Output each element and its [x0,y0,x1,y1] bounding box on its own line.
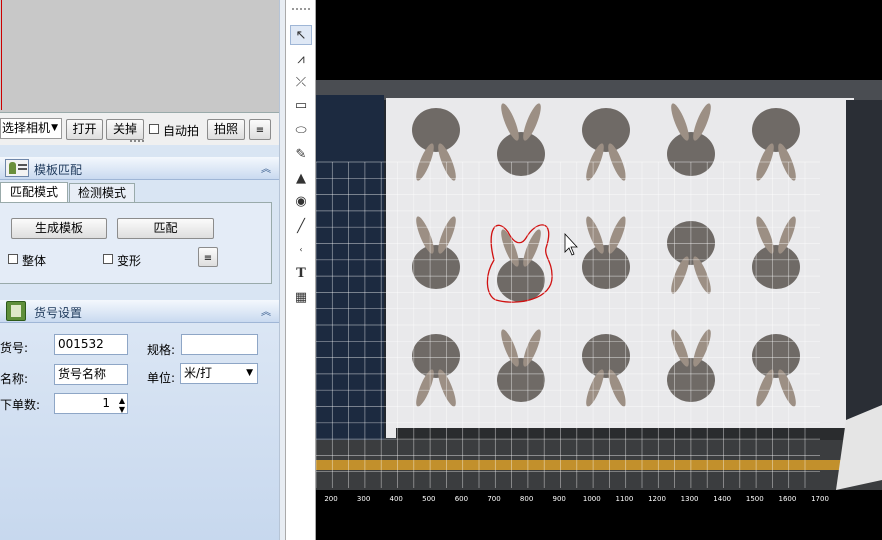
chevron-down-icon: ▼ [51,123,58,133]
ellipse-icon[interactable]: ⬭ [290,121,312,141]
image-canvas[interactable]: 200 300 400 500 600 700 800 900 1000 1100 1200 1300… [316,0,882,540]
ruler-tick-label: 900 [553,495,566,503]
ruler-tick-label: 1200 [648,495,666,503]
item-panel-title: 货号设置 [34,306,83,320]
collapse-icon[interactable]: ︽ [261,303,271,318]
triangle-icon[interactable]: ▲ [290,169,312,189]
ruler-tick-label: 500 [422,495,435,503]
preview-marker [1,0,2,110]
ruler-tick-label: 700 [487,495,500,503]
order-qty-label: 下单数: [0,398,41,412]
measurement-grid [316,161,820,488]
template-panel-body: 匹配模式 检测模式 生成模板 匹配 整体 变形 ≡ [0,180,279,290]
toolbar-grip[interactable] [292,8,310,12]
tab-match-mode[interactable]: 匹配模式 [0,182,68,202]
connect-icon[interactable]: ⤫ [290,73,312,93]
ruler-tick-label: 600 [455,495,468,503]
ruler-tick-label: 1500 [746,495,764,503]
ruler-tick-label: 1600 [778,495,796,503]
pen-icon[interactable]: ✎ [290,145,312,165]
camera-bar: 选择相机 ▼ 打开 关掉 自动拍 拍照 ≡ [0,113,279,145]
left-panel: 选择相机 ▼ 打开 关掉 自动拍 拍照 ≡ 模板匹配 ︽ 匹配模式 检测模式 生… [0,0,279,540]
camera-preview [0,0,279,113]
collapse-icon[interactable]: ︽ [261,160,271,175]
ruler-tick-label: 1300 [681,495,699,503]
grid-icon[interactable]: ▦ [290,288,312,308]
order-qty-value: 1 [102,396,110,410]
menu-icon: ≡ [203,253,213,264]
spec-field[interactable] [181,334,258,355]
item-no-label: 货号: [0,341,29,355]
item-panel-header[interactable]: 货号设置 ︽ [0,300,279,323]
camera-select[interactable]: 选择相机 ▼ [0,118,62,139]
ruler-tick-label: 1700 [811,495,829,503]
auto-capture-label: 自动拍 [163,124,200,138]
camera-menu-button[interactable]: ≡ [249,119,271,140]
options-button[interactable]: ≡ [198,247,218,267]
unit-select[interactable]: 米/打 ▼ [180,363,258,384]
rectangle-icon[interactable]: ▭ [290,96,312,116]
auto-capture-checkbox[interactable] [149,124,159,134]
template-panel-title: 模板匹配 [34,163,83,177]
template-panel-icon [5,159,29,177]
text-icon[interactable]: T [290,264,312,284]
x-ruler: 200 300 400 500 600 700 800 900 1000 1100 1200 1300… [324,495,829,503]
ruler-tick-label: 200 [324,495,337,503]
line-icon[interactable]: ╱ [290,217,312,237]
canvas-svg: 200 300 400 500 600 700 800 900 1000 1100 1200 1300… [316,80,882,503]
generate-template-button[interactable]: 生成模板 [11,218,107,239]
ruler-tick-label: 300 [357,495,370,503]
ruler-tick-label: 1400 [713,495,731,503]
open-camera-button[interactable]: 打开 [66,119,103,140]
ruler-tick-label: 400 [390,495,403,503]
select-arrow-icon[interactable]: ↖ [290,25,312,45]
ruler-tick-label: 1000 [583,495,601,503]
template-panel-header[interactable]: 模板匹配 ︽ [0,157,279,180]
menu-icon: ≡ [255,125,265,136]
name-field[interactable]: 货号名称 [54,364,128,385]
ruler-tick-label: 1100 [615,495,633,503]
grip-dots[interactable] [130,140,144,145]
book-icon [6,301,26,321]
match-button[interactable]: 匹配 [117,218,214,239]
node-edit-icon[interactable]: ⩘ [290,50,312,70]
item-panel-body: 货号: 001532 规格: 名称: 货号名称 单位: 米/打 ▼ 下单数: 1… [0,323,279,540]
point-icon[interactable]: ‹ [290,240,312,260]
stepper-down-icon[interactable]: ▼ [119,400,125,419]
spec-label: 规格: [147,343,176,357]
deform-label: 变形 [117,254,142,268]
chevron-down-icon: ▼ [246,368,253,378]
deform-checkbox[interactable] [103,254,113,264]
unit-value: 米/打 [184,366,213,380]
tab-content: 生成模板 匹配 整体 变形 ≡ [0,202,272,284]
item-no-field[interactable]: 001532 [54,334,128,355]
tab-detect-mode[interactable]: 检测模式 [69,183,135,203]
whole-checkbox[interactable] [8,254,18,264]
ruler-tick-label: 800 [520,495,533,503]
name-label: 名称: [0,372,29,386]
order-qty-stepper[interactable]: 1 ▲ ▼ [54,393,128,414]
capture-button[interactable]: 拍照 [207,119,245,140]
close-camera-button[interactable]: 关掉 [106,119,144,140]
unit-label: 单位: [147,371,176,385]
drawing-toolbar: ↖ ⩘ ⤫ ▭ ⬭ ✎ ▲ ◉ ╱ ‹ T ▦ [285,0,316,540]
fill-icon[interactable]: ◉ [290,192,312,212]
camera-select-value: 选择相机 [2,121,51,135]
whole-label: 整体 [22,254,47,268]
